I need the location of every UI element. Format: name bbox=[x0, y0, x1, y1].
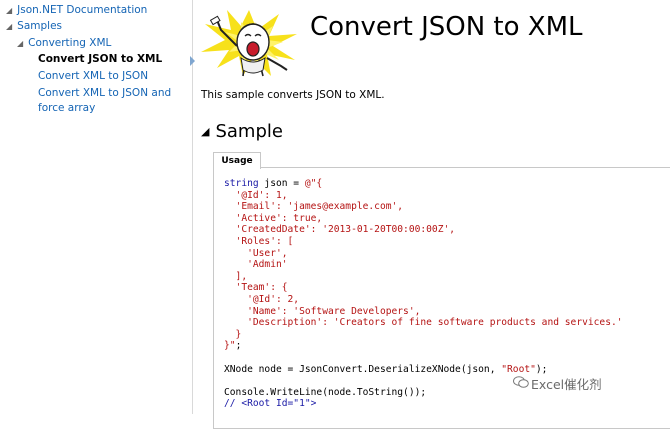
code-token: 'User', bbox=[224, 247, 288, 259]
code-line: 'Description': 'Creators of fine softwar… bbox=[224, 317, 623, 329]
code-line: 'Roles': [ bbox=[224, 236, 623, 248]
page-description: This sample converts JSON to XML. bbox=[201, 89, 385, 101]
section-title: Sample bbox=[215, 121, 283, 142]
sidebar-item-label: Convert JSON to XML bbox=[38, 53, 163, 65]
main-content: Convert JSON to XML This sample converts… bbox=[193, 0, 670, 429]
code-line: }"; bbox=[224, 340, 623, 352]
code-token: } bbox=[224, 328, 242, 340]
code-token: 'Email': 'james@example.com', bbox=[224, 201, 404, 213]
code-token: "Root" bbox=[501, 363, 536, 375]
code-line: 'Email': 'james@example.com', bbox=[224, 201, 623, 213]
wechat-icon bbox=[513, 376, 529, 388]
sidebar-item-convert-xml-to-json[interactable]: Convert XML to JSON bbox=[38, 70, 148, 82]
code-token: json = bbox=[258, 178, 305, 189]
page-title: Convert JSON to XML bbox=[310, 12, 583, 42]
code-line: ], bbox=[224, 271, 623, 283]
code-line: // <Root Id="1"> bbox=[224, 398, 623, 410]
code-token: 'Admin' bbox=[224, 259, 288, 271]
section-toggle-sample[interactable]: ◢ Sample bbox=[201, 121, 283, 142]
sidebar-item-convert-json-to-xml: Convert JSON to XML bbox=[38, 53, 162, 65]
sidebar-item-json-net-documentation[interactable]: ◢ Json.NET Documentation bbox=[6, 4, 147, 16]
tab-usage[interactable]: Usage bbox=[213, 152, 261, 169]
code-token: 'Team': { bbox=[224, 282, 288, 294]
code-token: '@Id': 2, bbox=[224, 293, 300, 305]
code-line: 'Team': { bbox=[224, 282, 623, 294]
code-line: 'Active': true, bbox=[224, 213, 623, 225]
code-token: @"{ bbox=[304, 178, 323, 189]
sidebar-item-label: Json.NET Documentation bbox=[17, 4, 148, 16]
code-line: '@Id': 1, bbox=[224, 190, 623, 202]
sidebar-item-label: Convert XML to JSON bbox=[38, 70, 149, 82]
code-token: ], bbox=[224, 270, 248, 282]
code-line: 'CreatedDate': '2013-01-20T00:00:00Z', bbox=[224, 224, 623, 236]
sidebar-item-converting-xml[interactable]: ◢ Converting XML bbox=[17, 37, 111, 49]
code-line: 'Name': 'Software Developers', bbox=[224, 306, 623, 318]
sidebar-item-label: Converting XML bbox=[28, 37, 112, 49]
code-token: // <Root Id="1"> bbox=[224, 398, 317, 410]
code-token: '@Id': 1, bbox=[224, 189, 288, 201]
code-line: '@Id': 2, bbox=[224, 294, 623, 306]
sidebar-item-samples[interactable]: ◢ Samples bbox=[6, 20, 62, 32]
code-token: XNode node = JsonConvert.DeserializeXNod… bbox=[224, 363, 502, 375]
celebration-cartoon-logo bbox=[201, 10, 297, 77]
code-token: ); bbox=[535, 363, 548, 375]
tree-node-collapse-icon: ◢ bbox=[6, 6, 13, 15]
sidebar-item-convert-xml-to-json-force-array[interactable]: Convert XML to JSON and force array bbox=[38, 86, 188, 116]
code-token: }" bbox=[224, 340, 236, 352]
tree-node-collapse-icon: ◢ bbox=[17, 39, 24, 48]
watermark-text: Excel催化剂 bbox=[531, 377, 602, 392]
code-line: string json = @"{ bbox=[224, 178, 623, 190]
code-token: Console.WriteLine(node.ToString()); bbox=[224, 386, 427, 398]
code-token: 'CreatedDate': '2013-01-20T00:00:00Z', bbox=[224, 224, 456, 236]
code-token: 'Name': 'Software Developers', bbox=[224, 305, 421, 317]
tree-node-collapse-icon: ◢ bbox=[6, 22, 13, 31]
code-token: string bbox=[224, 178, 259, 189]
code-line: } bbox=[224, 329, 623, 341]
sidebar-nav: ◢ Json.NET Documentation ◢ Samples ◢ Conver… bbox=[0, 0, 193, 414]
code-token: 'Active': true, bbox=[224, 212, 323, 224]
code-token: ; bbox=[235, 340, 242, 352]
code-line: 'Admin' bbox=[224, 259, 623, 271]
code-token: 'Roles': [ bbox=[224, 235, 294, 247]
sidebar-item-label: Convert XML to JSON and force array bbox=[38, 87, 172, 114]
code-line: 'User', bbox=[224, 248, 623, 260]
sidebar-item-label: Samples bbox=[17, 20, 62, 32]
collapse-triangle-icon: ◢ bbox=[201, 125, 210, 138]
code-token: 'Description': 'Creators of fine softwar… bbox=[224, 317, 623, 329]
